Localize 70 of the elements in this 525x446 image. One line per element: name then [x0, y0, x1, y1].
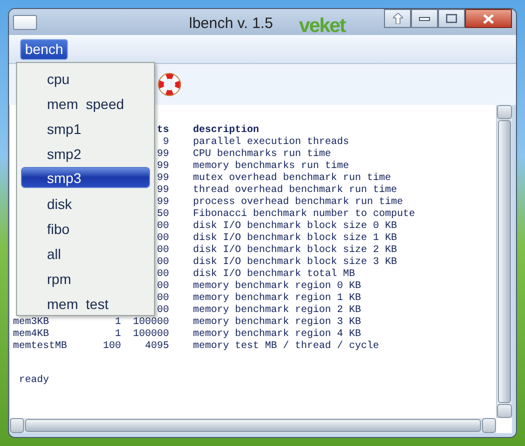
table-cell: 1 — [114, 329, 121, 340]
table-cell: 1 — [114, 317, 121, 328]
table-cell: mem4KB — [13, 329, 50, 340]
table-cell: mem3KB — [13, 317, 50, 328]
table-cell: 99 — [156, 197, 169, 208]
menu-item[interactable]: smp1 — [21, 115, 150, 140]
table-cell: CPU benchmarks run time — [193, 149, 332, 160]
table-cell: 99 — [156, 161, 169, 172]
logo-text: veket — [299, 14, 346, 39]
status-text: ready — [19, 375, 50, 387]
table-cell: 00 — [156, 245, 169, 256]
table-cell: 00 — [156, 269, 169, 280]
table-cell: 00 — [156, 233, 169, 244]
table-cell: memory benchmark region 1 KB — [193, 293, 362, 304]
column-header: ts — [156, 125, 169, 136]
column-header: description — [193, 125, 260, 136]
table-cell: disk I/O benchmark block size 3 KB — [193, 257, 398, 268]
horizontal-scrollbar[interactable] — [10, 418, 496, 433]
table-cell: 99 — [156, 149, 169, 160]
table-cell: disk I/O benchmark block size 0 KB — [193, 221, 398, 232]
maximize-button[interactable] — [438, 9, 465, 28]
table-cell: 99 — [156, 173, 169, 184]
table-cell: disk I/O benchmark block size 2 KB — [193, 245, 398, 256]
up-arrow-button[interactable] — [384, 9, 411, 28]
table-cell: memory benchmark region 3 KB — [193, 317, 362, 328]
table-cell: 00 — [156, 293, 169, 304]
table-cell: memory test MB / thread / cycle — [193, 341, 380, 352]
table-cell: memory benchmark region 0 KB — [193, 281, 362, 292]
menu-item[interactable]: mem test — [21, 290, 150, 315]
minimize-button[interactable] — [411, 9, 438, 28]
table-cell: 100000 — [132, 329, 169, 340]
lifebuoy-icon[interactable] — [158, 73, 181, 96]
menu-item[interactable]: smp2 — [21, 140, 150, 165]
table-cell: 4095 — [144, 341, 169, 352]
table-cell: 100000 — [132, 317, 169, 328]
table-cell: Fibonacci benchmark number to compute — [193, 209, 416, 220]
table-cell: memory benchmark region 4 KB — [193, 329, 362, 340]
table-cell: 00 — [156, 305, 169, 316]
table-cell: disk I/O benchmark total MB — [193, 269, 356, 280]
window-title: lbench v. 1.5 — [189, 14, 273, 34]
minimize-icon — [419, 16, 430, 20]
table-cell: parallel execution threads — [193, 137, 350, 148]
menu-item[interactable]: rpm — [21, 265, 150, 290]
menu-item[interactable]: all — [21, 240, 150, 265]
close-button[interactable] — [465, 9, 512, 28]
close-icon — [483, 14, 494, 24]
table-cell: memory benchmark region 2 KB — [193, 305, 362, 316]
menu-item[interactable]: disk — [21, 190, 150, 215]
table-cell: 00 — [156, 281, 169, 292]
table-cell: process overhead benchmark run time — [193, 197, 404, 208]
menu-item[interactable]: mem speed — [21, 90, 150, 115]
table-cell: 00 — [156, 257, 169, 268]
table-cell: 100 — [102, 341, 121, 352]
table-cell: memtestMB — [13, 341, 68, 352]
table-cell: 50 — [156, 209, 169, 220]
menu-item[interactable]: fibo — [21, 215, 150, 240]
table-cell: memory benchmarks run time — [193, 161, 350, 172]
maximize-icon — [446, 14, 457, 23]
table-cell: 00 — [156, 221, 169, 232]
table-cell: 99 — [156, 185, 169, 196]
table-cell: disk I/O benchmark block size 1 KB — [193, 233, 398, 244]
table-cell: mutex overhead benchmark run time — [193, 173, 392, 184]
table-cell: thread overhead benchmark run time — [193, 185, 398, 196]
up-arrow-icon — [392, 13, 402, 24]
window-icon[interactable] — [13, 14, 37, 30]
vertical-scrollbar[interactable] — [496, 105, 512, 418]
menu-item[interactable]: cpu — [21, 65, 150, 90]
menu-item[interactable]: smp3 — [21, 167, 150, 188]
table-cell: 9 — [162, 137, 169, 148]
menu-bar-item[interactable]: bench — [20, 38, 68, 60]
